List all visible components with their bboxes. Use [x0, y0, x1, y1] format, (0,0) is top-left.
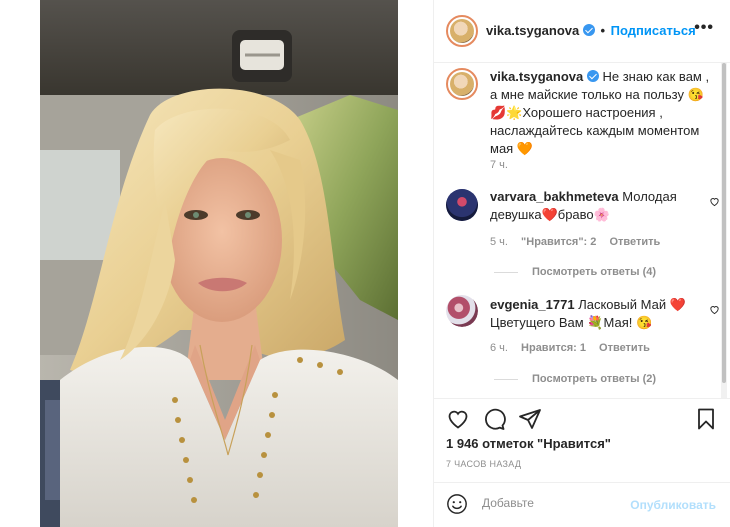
comment-bubble-icon[interactable]: [482, 407, 506, 431]
follow-button[interactable]: Подписаться: [611, 23, 696, 38]
view-replies-button[interactable]: Посмотреть ответы (4): [494, 266, 656, 278]
emoji-smiley-icon[interactable]: [446, 493, 468, 515]
selfie-image: [0, 0, 433, 527]
scrollbar-thumb[interactable]: [722, 63, 726, 383]
comment-like-icon[interactable]: [709, 196, 720, 210]
caption-time[interactable]: 7 ч.: [490, 159, 508, 171]
comments-scrollbar[interactable]: [721, 63, 727, 398]
share-plane-icon[interactable]: [518, 407, 542, 431]
caption-avatar[interactable]: [446, 68, 478, 100]
caption: vika.tsyganova Не знаю как вам , а мне м…: [490, 68, 712, 158]
comment-username[interactable]: evgenia_1771: [490, 297, 575, 312]
reply-button[interactable]: Ответить: [599, 342, 650, 354]
comment-avatar[interactable]: [446, 295, 478, 327]
publish-button[interactable]: Опубликовать: [630, 498, 716, 512]
comment-username[interactable]: varvara_bakhmeteva: [490, 189, 619, 204]
view-replies-button[interactable]: Посмотреть ответы (2): [494, 373, 656, 385]
header-username[interactable]: vika.tsyganova: [486, 23, 579, 38]
comment-likes[interactable]: "Нравится": 2: [521, 236, 596, 248]
verified-icon: [586, 70, 599, 82]
header-username-row: vika.tsyganova • Подписаться: [486, 23, 696, 38]
comment-avatar[interactable]: [446, 189, 478, 221]
comment-meta: 6 ч. Нравится: 1 Ответить: [490, 342, 660, 354]
likes-count[interactable]: 1 946 отметок "Нравится": [446, 436, 611, 451]
post-side-panel: vika.tsyganova • Подписаться ••• vika.ts…: [433, 0, 730, 527]
comment-item: evgenia_1771 Ласковый Май ❤️Цветущего Ва…: [490, 296, 690, 332]
add-comment-bar: Опубликовать: [434, 482, 730, 527]
comment-item: varvara_bakhmeteva Молодая девушка❤️брав…: [490, 188, 690, 224]
comment-time[interactable]: 6 ч.: [490, 342, 508, 354]
action-bar: [434, 398, 730, 439]
comment-meta: 5 ч. "Нравится": 2 Ответить: [490, 236, 670, 248]
comment-like-icon[interactable]: [709, 304, 720, 318]
like-heart-icon[interactable]: [446, 407, 470, 431]
author-avatar[interactable]: [446, 15, 478, 47]
reply-button[interactable]: Ответить: [609, 236, 660, 248]
comment-likes[interactable]: Нравится: 1: [521, 342, 586, 354]
add-comment-input[interactable]: [482, 496, 632, 510]
post-header: vika.tsyganova • Подписаться •••: [434, 0, 730, 63]
caption-meta: 7 ч.: [490, 159, 518, 171]
bookmark-icon[interactable]: [694, 407, 718, 431]
header-separator: •: [600, 23, 606, 38]
verified-icon: [582, 24, 595, 36]
comments-list[interactable]: vika.tsyganova Не знаю как вам , а мне м…: [434, 63, 730, 398]
post-timestamp[interactable]: 7 ЧАСОВ НАЗАД: [446, 459, 521, 469]
comment-time[interactable]: 5 ч.: [490, 236, 508, 248]
post-photo[interactable]: [0, 0, 433, 527]
caption-username[interactable]: vika.tsyganova: [490, 69, 583, 84]
more-options-icon[interactable]: •••: [694, 19, 714, 37]
